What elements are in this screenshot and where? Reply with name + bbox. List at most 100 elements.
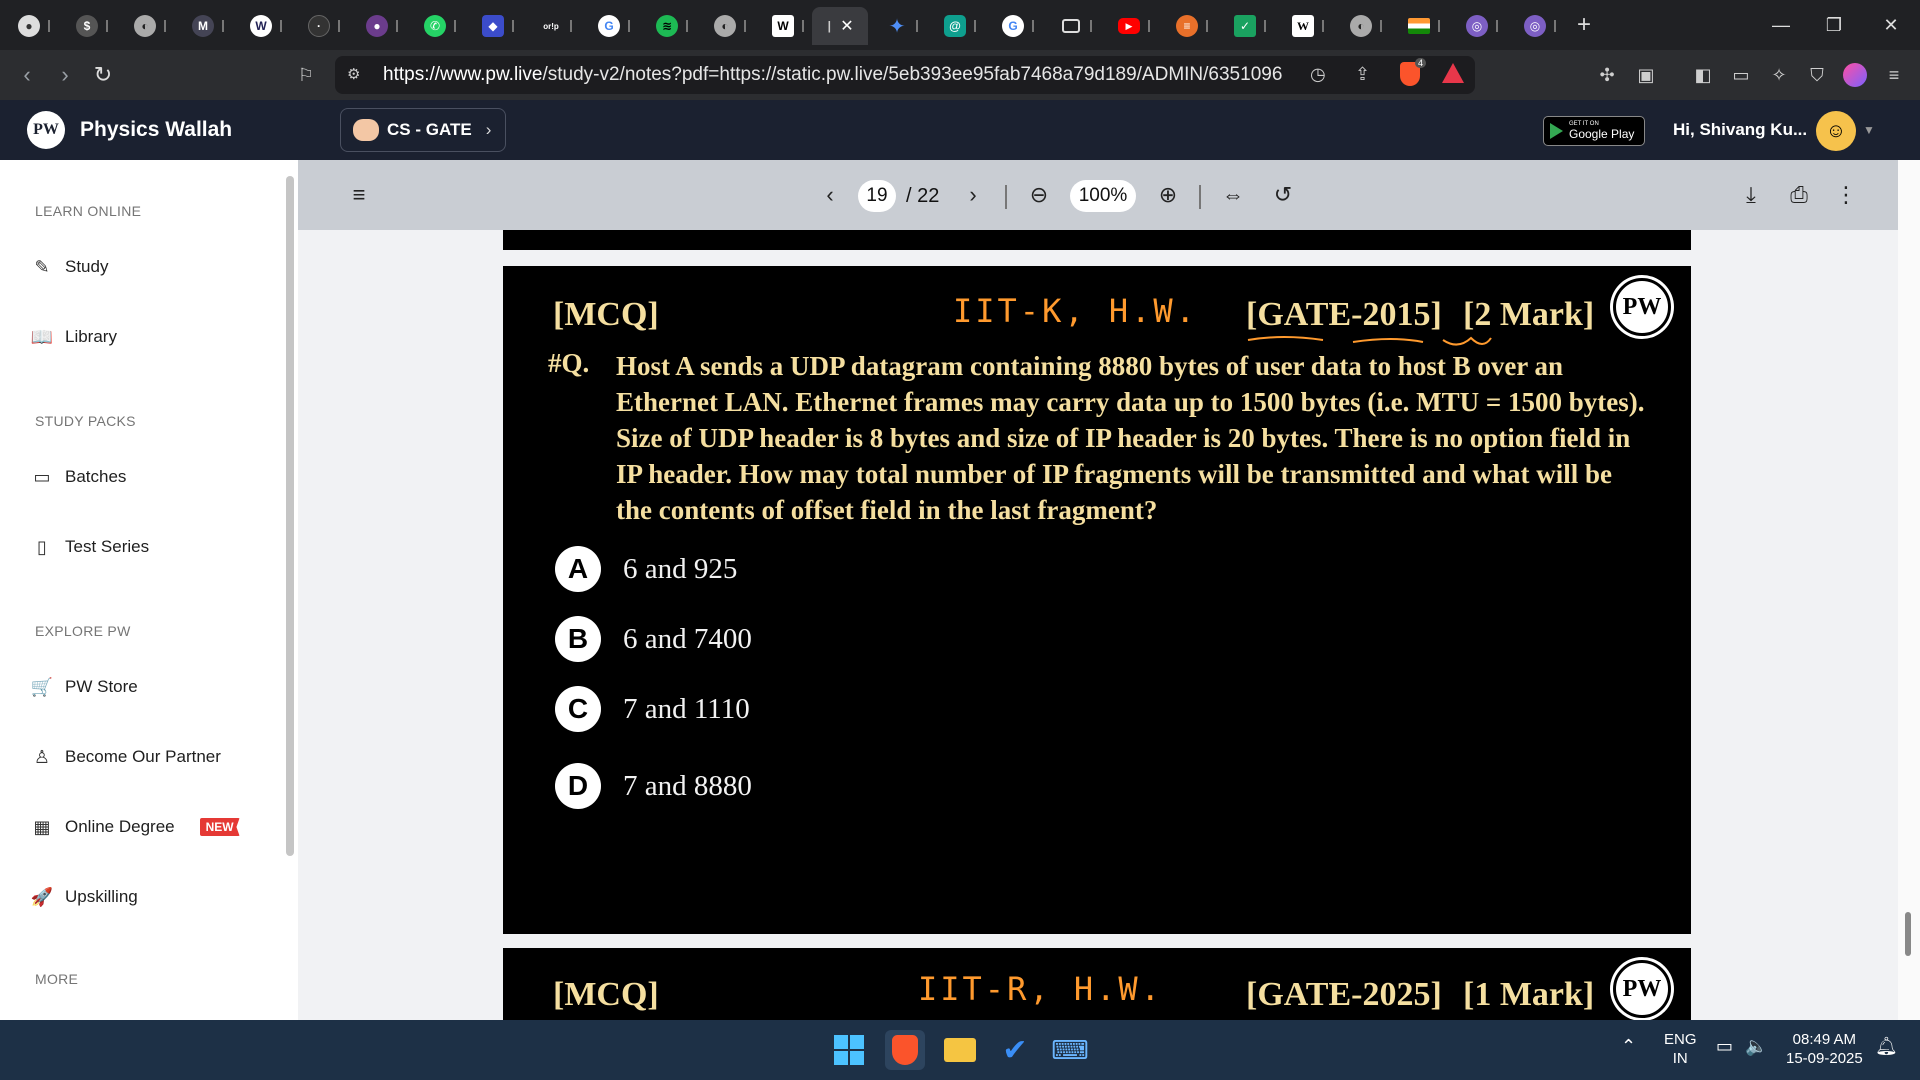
sidebar-scrollbar[interactable] (286, 176, 294, 856)
zoom-in-icon[interactable]: ⊕ (1153, 180, 1183, 210)
next-page-icon[interactable]: › (958, 180, 988, 210)
reader-mode-icon[interactable]: ▣ (1634, 63, 1658, 87)
user-greeting[interactable]: Hi, Shivang Ku... (1673, 120, 1807, 140)
sidebar-section-explore: EXPLORE PW (35, 623, 131, 639)
menu-icon[interactable]: ≡ (1882, 63, 1906, 87)
profile-icon[interactable] (1843, 63, 1867, 87)
browser-tab[interactable]: ≡ (1158, 7, 1216, 45)
browser-tab[interactable]: · (290, 7, 348, 45)
zoom-level[interactable]: 100% (1070, 180, 1136, 212)
clock[interactable]: 08:49 AM 15-09-2025 (1786, 1030, 1863, 1068)
browser-tab[interactable]: W (232, 7, 290, 45)
sidebar-item-pw-store[interactable]: 🛒 PW Store (30, 672, 138, 702)
vpn-icon[interactable]: ⛉ (1805, 63, 1829, 87)
browser-tab[interactable]: ✓ (1216, 7, 1274, 45)
pdf-scrollbar[interactable] (1898, 160, 1920, 1020)
question-text: Host A sends a UDP datagram containing 8… (616, 351, 1645, 525)
scrollbar-thumb[interactable] (1905, 912, 1911, 956)
browser-tab[interactable]: ◎ (1506, 7, 1564, 45)
new-tab-button[interactable]: + (1564, 11, 1604, 39)
zoom-out-icon[interactable]: ⊖ (1024, 180, 1054, 210)
fit-width-icon[interactable]: ⇔ (1218, 180, 1248, 210)
browser-tab[interactable]: ✆ (406, 7, 464, 45)
browser-tab[interactable]: ◆ (464, 7, 522, 45)
forward-icon[interactable]: › (46, 56, 84, 94)
google-play-badge[interactable]: GET IT ON Google Play (1543, 116, 1645, 146)
whatsapp-icon: ✆ (424, 15, 446, 37)
page-number-input[interactable]: 19 (858, 180, 896, 212)
restore-icon[interactable]: ❐ (1805, 0, 1863, 50)
browser-tab[interactable]: M (174, 7, 232, 45)
google-icon: G (598, 15, 620, 37)
language-indicator[interactable]: ENG IN (1664, 1030, 1697, 1068)
back-icon[interactable]: ‹ (8, 56, 46, 94)
window-close-icon[interactable]: ✕ (1862, 0, 1920, 50)
browser-tab[interactable] (1390, 7, 1448, 45)
sidebar-toggle-icon[interactable]: ◧ (1691, 63, 1715, 87)
volume-icon[interactable]: 🔈 (1745, 1036, 1767, 1057)
menu-icon[interactable]: ≡ (344, 180, 374, 210)
browser-tab[interactable]: ◎ (1448, 7, 1506, 45)
keyboard-icon[interactable]: ⌨ (1050, 1030, 1090, 1070)
site-settings-icon[interactable]: ⚙ (347, 65, 360, 83)
close-icon[interactable]: ✕ (840, 16, 853, 36)
browser-tab[interactable]: ◐ (116, 7, 174, 45)
chevron-down-icon[interactable]: ▼ (1863, 123, 1875, 137)
batch-selector[interactable]: CS - GATE › (340, 108, 506, 152)
sidebar-item-upskilling[interactable]: 🚀 Upskilling (30, 882, 138, 912)
todo-icon[interactable]: ✔ (995, 1030, 1035, 1070)
browser-tab[interactable]: ≋ (638, 7, 696, 45)
browser-tab[interactable]: $ (58, 7, 116, 45)
leo-ai-icon[interactable]: ✧ (1767, 63, 1791, 87)
file-explorer-icon[interactable] (940, 1030, 980, 1070)
bookmark-icon[interactable]: ⚐ (294, 63, 318, 87)
sidebar-item-online-degree[interactable]: ▦ Online Degree NEW (30, 812, 240, 842)
sidebar-item-partner[interactable]: ♙ Become Our Partner (30, 742, 221, 772)
browser-tab[interactable] (1042, 7, 1100, 45)
batch-thumbnail (353, 119, 379, 141)
browser-tab[interactable]: ● (348, 7, 406, 45)
sidebar-item-library[interactable]: 📖 Library (30, 322, 117, 352)
url-text[interactable]: https://www.pw.live/study-v2/notes?pdf=h… (383, 64, 1283, 86)
browser-tab[interactable]: or!p (522, 7, 580, 45)
cart-icon: 🛒 (30, 676, 54, 697)
windows-start-icon[interactable] (829, 1030, 869, 1070)
history-icon[interactable]: ◷ (1310, 64, 1326, 85)
browser-tab[interactable]: G (984, 7, 1042, 45)
reload-icon[interactable]: ↻ (84, 56, 122, 94)
network-icon[interactable]: ▭ (1716, 1036, 1733, 1057)
chevron-right-icon: › (485, 120, 492, 139)
browser-tab[interactable]: ▶ (1100, 7, 1158, 45)
notification-bell-icon[interactable]: 🔔︎ (1875, 1036, 1898, 1057)
browser-tab[interactable]: ✦ (868, 7, 926, 45)
extensions-icon[interactable]: ✣ (1595, 63, 1619, 87)
wallet-icon[interactable]: ▭ (1729, 63, 1753, 87)
browser-tab[interactable]: ◐ (1332, 7, 1390, 45)
avatar[interactable]: ☺ (1816, 111, 1856, 151)
minimize-icon[interactable]: — (1752, 0, 1810, 50)
tab-favicon-icon: $ (76, 15, 98, 37)
browser-tab[interactable]: G (580, 7, 638, 45)
prev-page-icon[interactable]: ‹ (815, 180, 845, 210)
sidebar-item-batches[interactable]: ▭ Batches (30, 462, 126, 492)
download-icon[interactable]: ⤓ (1736, 180, 1766, 210)
brand-name[interactable]: Physics Wallah (80, 118, 232, 142)
browser-tab[interactable]: W (754, 7, 812, 45)
print-icon[interactable]: ⎙ (1784, 180, 1814, 210)
address-bar[interactable]: ⚙ https://www.pw.live/study-v2/notes?pdf… (335, 56, 1475, 94)
browser-tab[interactable]: ◐ (696, 7, 754, 45)
brave-rewards-icon[interactable] (1442, 63, 1464, 83)
pw-logo[interactable]: PW (27, 111, 65, 149)
share-icon[interactable]: ⇪ (1355, 64, 1370, 85)
browser-tab[interactable]: @ (926, 7, 984, 45)
sidebar-section-study-packs: STUDY PACKS (35, 413, 136, 429)
browser-tab[interactable]: W (1274, 7, 1332, 45)
sidebar-item-study[interactable]: ✎ Study (30, 252, 108, 282)
browser-tab-active[interactable]: | ✕ (812, 7, 868, 45)
browser-tab[interactable]: ● (0, 7, 58, 45)
sidebar-item-test-series[interactable]: ▯ Test Series (30, 532, 149, 562)
rotate-icon[interactable]: ↺ (1268, 180, 1298, 210)
more-options-icon[interactable]: ⋮ (1831, 180, 1861, 210)
chevron-up-icon[interactable]: ⌃ (1621, 1036, 1636, 1057)
brave-browser-icon[interactable] (885, 1030, 925, 1070)
